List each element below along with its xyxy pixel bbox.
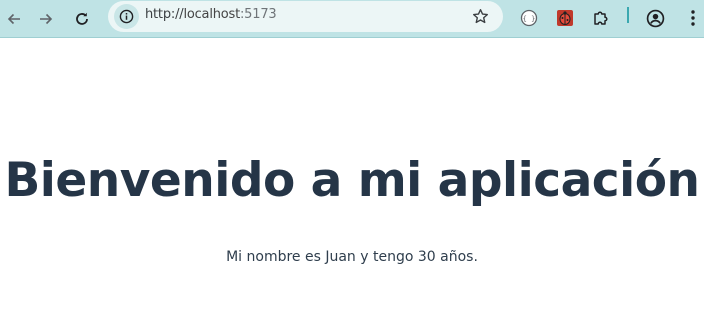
bookmark-button[interactable] [469,5,491,27]
reload-button[interactable] [68,5,96,33]
address-bar[interactable]: http://localhost:5173 [108,1,503,32]
profile-button[interactable] [642,5,668,31]
url-host: localhost [183,7,240,22]
menu-button[interactable] [680,5,704,31]
extensions-button[interactable] [588,5,614,31]
page-heading: Bienvenido a mi aplicación [4,153,700,208]
url-scheme: http:// [145,7,184,22]
ladybug-icon [557,10,573,26]
arrow-right-icon [40,13,53,25]
arrow-left-icon [7,13,20,25]
code-brackets-icon: { } [520,9,538,27]
star-icon [472,8,488,23]
user-circle-icon [646,9,664,27]
toolbar-divider [627,7,629,23]
extension-bug-button[interactable] [552,5,578,31]
page-content: Bienvenido a mi aplicación Mi nombre es … [0,38,704,330]
svg-text:{ }: { } [523,15,536,23]
browser-toolbar: http://localhost:5173 { } [0,0,704,38]
page-subtitle: Mi nombre es Juan y tengo 30 años. [226,249,478,265]
url-text[interactable]: http://localhost:5173 [145,7,277,22]
back-button[interactable] [0,5,28,33]
puzzle-icon [594,11,608,25]
forward-button[interactable] [32,5,60,33]
extension-code-button[interactable]: { } [516,5,542,31]
url-port: :5173 [240,7,277,22]
kebab-menu-icon [691,10,695,26]
info-icon [119,9,134,24]
site-info-button[interactable] [114,4,139,29]
reload-icon [76,12,88,25]
